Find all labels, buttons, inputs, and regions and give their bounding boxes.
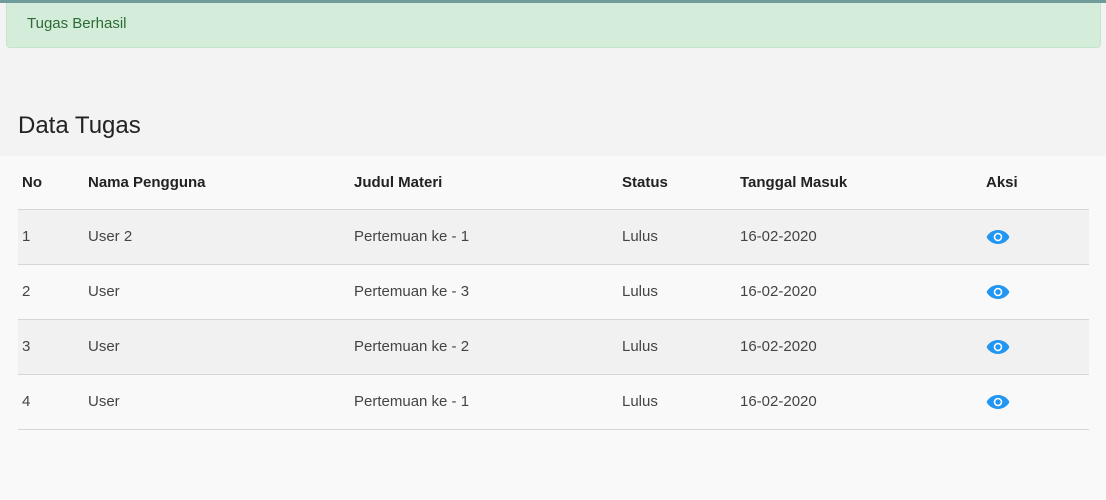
cell-nama: User [84, 374, 350, 430]
header-judul-materi: Judul Materi [350, 156, 618, 210]
header-tanggal-masuk: Tanggal Masuk [736, 156, 982, 210]
cell-status: Lulus [618, 374, 736, 430]
cell-no: 2 [18, 264, 84, 320]
view-button[interactable] [986, 394, 1010, 410]
cell-nama: User [84, 319, 350, 375]
cell-nama: User 2 [84, 209, 350, 265]
cell-tanggal: 16-02-2020 [736, 264, 982, 320]
cell-no: 3 [18, 319, 84, 375]
header-status: Status [618, 156, 736, 210]
alert-message: Tugas Berhasil [27, 15, 127, 32]
table-row: 1 User 2 Pertemuan ke - 1 Lulus 16-02-20… [18, 209, 1089, 265]
header-aksi: Aksi [982, 156, 1089, 210]
header-nama-pengguna: Nama Pengguna [84, 156, 350, 210]
table-row: 4 User Pertemuan ke - 1 Lulus 16-02-2020 [18, 374, 1089, 430]
page-title: Data Tugas [18, 112, 141, 139]
cell-no: 4 [18, 374, 84, 430]
cell-judul: Pertemuan ke - 2 [350, 319, 618, 375]
eye-icon [986, 395, 1010, 410]
view-button[interactable] [986, 339, 1010, 355]
table-header-row: No Nama Pengguna Judul Materi Status Tan… [18, 156, 1089, 210]
cell-nama: User [84, 264, 350, 320]
cell-judul: Pertemuan ke - 3 [350, 264, 618, 320]
table-card: No Nama Pengguna Judul Materi Status Tan… [0, 156, 1106, 500]
cell-aksi [982, 264, 1089, 320]
view-button[interactable] [986, 284, 1010, 300]
cell-aksi [982, 374, 1089, 430]
cell-aksi [982, 209, 1089, 265]
table-row: 2 User Pertemuan ke - 3 Lulus 16-02-2020 [18, 264, 1089, 320]
eye-icon [986, 340, 1010, 355]
eye-icon [986, 230, 1010, 245]
tasks-table: No Nama Pengguna Judul Materi Status Tan… [18, 156, 1089, 430]
cell-judul: Pertemuan ke - 1 [350, 374, 618, 430]
cell-status: Lulus [618, 319, 736, 375]
cell-aksi [982, 319, 1089, 375]
cell-judul: Pertemuan ke - 1 [350, 209, 618, 265]
table-row: 3 User Pertemuan ke - 2 Lulus 16-02-2020 [18, 319, 1089, 375]
header-no: No [18, 156, 84, 210]
view-button[interactable] [986, 229, 1010, 245]
success-alert: Tugas Berhasil [6, 3, 1101, 48]
cell-tanggal: 16-02-2020 [736, 209, 982, 265]
cell-tanggal: 16-02-2020 [736, 374, 982, 430]
cell-no: 1 [18, 209, 84, 265]
cell-status: Lulus [618, 209, 736, 265]
eye-icon [986, 285, 1010, 300]
cell-status: Lulus [618, 264, 736, 320]
cell-tanggal: 16-02-2020 [736, 319, 982, 375]
